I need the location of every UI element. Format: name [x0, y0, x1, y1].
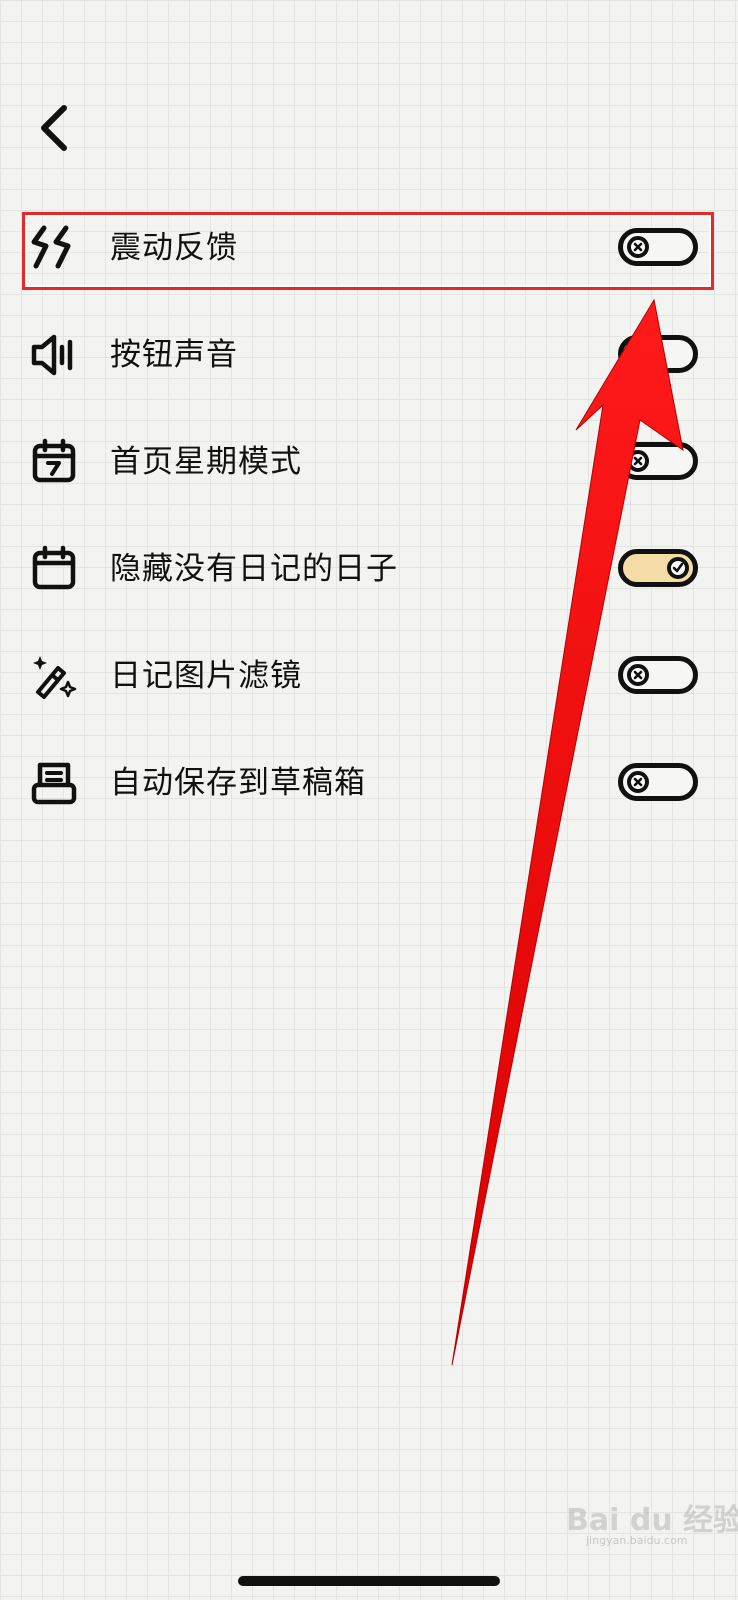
- watermark: Bai du 经验: [566, 1503, 738, 1538]
- home-indicator[interactable]: [238, 1576, 500, 1586]
- watermark-url: jingyan.baidu.com: [586, 1534, 688, 1547]
- annotation-arrow: [451, 298, 684, 1366]
